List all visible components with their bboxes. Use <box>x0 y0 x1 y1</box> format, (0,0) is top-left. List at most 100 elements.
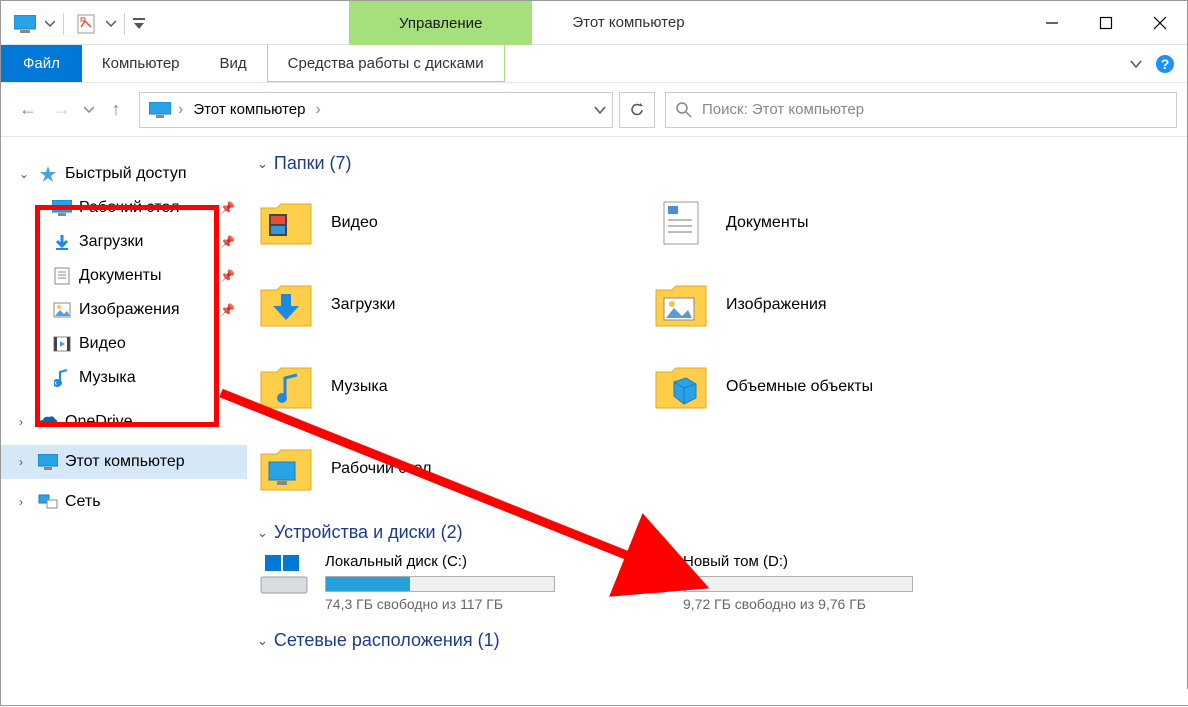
maximize-button[interactable] <box>1079 1 1133 45</box>
folder-label: Изображения <box>726 296 827 314</box>
chevron-right-icon: › <box>19 495 31 509</box>
qat-dropdown-icon[interactable] <box>133 18 145 30</box>
music-icon <box>51 367 73 389</box>
drive-free-space: 74,3 ГБ свободно из 117 ГБ <box>325 596 555 612</box>
up-button[interactable]: ↑ <box>99 93 133 127</box>
folder-downloads[interactable]: Загрузки <box>257 266 642 344</box>
section-title: Сетевые расположения (1) <box>274 630 500 651</box>
sidebar-item-label: Быстрый доступ <box>65 165 187 183</box>
sidebar-item-downloads[interactable]: Загрузки 📌 <box>37 225 247 259</box>
folder-pictures[interactable]: Изображения <box>652 266 1037 344</box>
sidebar-item-label: Музыка <box>79 369 136 387</box>
sidebar-quick-access[interactable]: ⌄ Быстрый доступ <box>1 157 247 191</box>
pin-icon: 📌 <box>220 269 235 283</box>
chevron-down-icon: ⌄ <box>257 156 268 172</box>
monitor-icon <box>146 100 174 120</box>
folder-music[interactable]: Музыка <box>257 348 642 426</box>
pin-icon: 📌 <box>220 235 235 249</box>
star-icon <box>37 163 59 185</box>
title-bar: Управление Этот компьютер <box>1 1 1187 45</box>
sidebar-item-documents[interactable]: Документы 📌 <box>37 259 247 293</box>
drive-usage-bar <box>683 576 913 592</box>
monitor-icon <box>37 451 59 473</box>
tab-file[interactable]: Файл <box>1 45 82 82</box>
folder-label: Документы <box>726 214 808 232</box>
folder-documents[interactable]: Документы <box>652 184 1037 262</box>
location-bar: ← → ↑ › Этот компьютер › Поиск: Этот ком… <box>1 83 1187 137</box>
chevron-down-icon: ⌄ <box>257 525 268 541</box>
sidebar-item-label: Видео <box>79 335 126 353</box>
section-folders-header[interactable]: ⌄ Папки (7) <box>257 153 1177 174</box>
properties-icon[interactable] <box>72 10 100 38</box>
document-icon <box>51 265 73 287</box>
sidebar-item-desktop[interactable]: Рабочий стол📌 <box>37 191 247 225</box>
back-button[interactable]: ← <box>11 93 45 127</box>
chevron-down-icon[interactable] <box>594 104 606 116</box>
chevron-right-icon: › <box>19 415 31 429</box>
folder-videos[interactable]: Видео <box>257 184 642 262</box>
video-icon <box>51 333 73 355</box>
sidebar-item-label: Рабочий стол <box>79 199 179 217</box>
quick-access-toolbar <box>1 1 153 44</box>
sidebar-item-label: Этот компьютер <box>65 453 185 471</box>
sidebar-item-label: Сеть <box>65 493 101 511</box>
sidebar-item-music[interactable]: Музыка <box>37 361 247 395</box>
sidebar-item-label: Документы <box>79 267 161 285</box>
address-bar[interactable]: › Этот компьютер › <box>139 92 613 128</box>
minimize-button[interactable] <box>1025 1 1079 45</box>
folder-label: Музыка <box>331 378 388 396</box>
sidebar-onedrive[interactable]: ›OneDrive <box>1 405 247 439</box>
sidebar-network[interactable]: › Сеть <box>1 485 247 519</box>
app-icon[interactable] <box>11 10 39 38</box>
pin-icon: 📌 <box>220 303 235 317</box>
chevron-right-icon: › <box>19 455 31 469</box>
chevron-down-icon[interactable] <box>45 19 55 29</box>
folder-label: Загрузки <box>331 296 395 314</box>
help-icon[interactable]: ? <box>1155 54 1175 74</box>
sidebar-item-label: Изображения <box>79 301 180 319</box>
folder-label: Рабочий стол <box>331 460 431 478</box>
drive-icon <box>615 553 669 597</box>
section-drives-header[interactable]: ⌄ Устройства и диски (2) <box>257 522 1177 543</box>
search-placeholder: Поиск: Этот компьютер <box>702 101 864 118</box>
section-title: Папки (7) <box>274 153 352 174</box>
drive-label: Локальный диск (C:) <box>325 553 555 570</box>
folder-3d[interactable]: Объемные объекты <box>652 348 1037 426</box>
folder-label: Видео <box>331 214 378 232</box>
section-title: Устройства и диски (2) <box>274 522 463 543</box>
sidebar-item-videos[interactable]: Видео <box>37 327 247 361</box>
section-netloc-header[interactable]: ⌄Сетевые расположения (1) <box>257 630 1177 651</box>
monitor-icon <box>51 197 73 219</box>
ribbon-contextual-label: Управление <box>399 15 482 32</box>
chevron-down-icon: ⌄ <box>19 167 31 181</box>
recent-dropdown[interactable] <box>79 93 99 127</box>
search-icon <box>676 102 692 118</box>
navigation-pane: ⌄ Быстрый доступ Рабочий стол📌 Загрузки📌… <box>1 137 247 707</box>
folder-desktop[interactable]: Рабочий стол <box>257 430 642 508</box>
close-button[interactable] <box>1133 1 1187 45</box>
drive-icon <box>257 553 311 597</box>
network-icon <box>37 491 59 513</box>
sidebar-this-pc[interactable]: › Этот компьютер <box>1 445 247 479</box>
tab-disk-tools[interactable]: Средства работы с дисками <box>267 45 505 82</box>
torn-edge <box>1 689 1188 705</box>
tab-view[interactable]: Вид <box>200 45 267 82</box>
sidebar-item-label: Загрузки <box>79 233 143 251</box>
drive-d[interactable]: Новый том (D:) 9,72 ГБ свободно из 9,76 … <box>615 553 913 612</box>
svg-text:?: ? <box>1161 56 1170 72</box>
forward-button[interactable]: → <box>45 93 79 127</box>
folder-label: Объемные объекты <box>726 378 873 396</box>
refresh-button[interactable] <box>619 92 655 128</box>
search-input[interactable]: Поиск: Этот компьютер <box>665 92 1177 128</box>
content-pane: ⌄ Папки (7) Видео Документы Загрузки Изоб… <box>247 137 1187 707</box>
chevron-down-icon[interactable] <box>106 19 116 29</box>
ribbon-contextual-tab: Управление <box>349 1 532 45</box>
chevron-down-icon[interactable] <box>1129 57 1143 71</box>
tab-computer[interactable]: Компьютер <box>82 45 200 82</box>
cloud-icon <box>37 411 59 433</box>
drive-c[interactable]: Локальный диск (C:) 74,3 ГБ свободно из … <box>257 553 555 612</box>
drive-label: Новый том (D:) <box>683 553 913 570</box>
ribbon: Файл Компьютер Вид Средства работы с дис… <box>1 45 1187 83</box>
sidebar-item-pictures[interactable]: Изображения 📌 <box>37 293 247 327</box>
breadcrumb-location[interactable]: Этот компьютер <box>187 101 311 118</box>
